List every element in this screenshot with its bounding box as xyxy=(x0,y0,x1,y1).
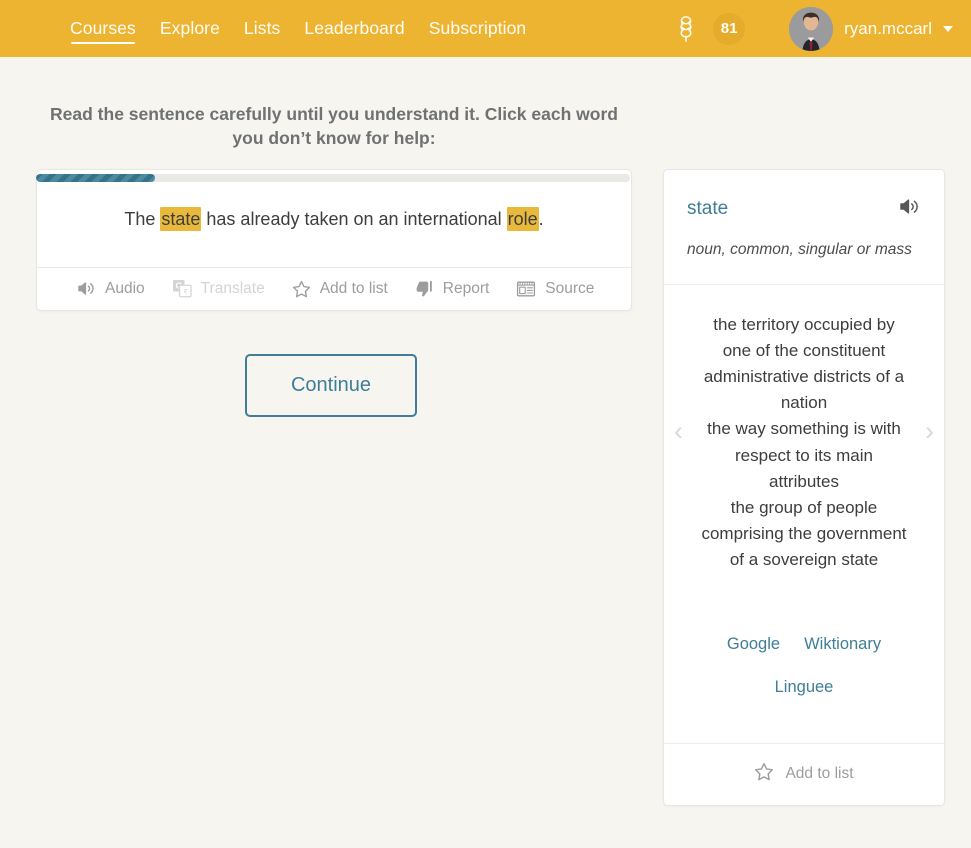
nav-item-leaderboard[interactable]: Leaderboard xyxy=(304,0,404,57)
nav-label: Explore xyxy=(159,18,220,38)
app-header: Courses Explore Lists Leaderboard Subscr… xyxy=(0,0,971,57)
avatar[interactable] xyxy=(789,6,834,51)
sentence-card: The state has already taken on an intern… xyxy=(36,169,632,312)
nav-item-subscription[interactable]: Subscription xyxy=(429,0,527,57)
nav-label: Lists xyxy=(243,18,281,38)
source-label: Source xyxy=(545,279,595,297)
definition-panel: state noun, common, singular or mass the… xyxy=(663,169,945,807)
google-translate-icon: G र xyxy=(172,279,192,298)
sentence-word: . xyxy=(538,209,544,230)
audio-button[interactable]: Audio xyxy=(77,280,145,298)
sentence-word-highlighted-role[interactable]: role xyxy=(506,207,539,232)
sentence-text: The state has already taken on an intern… xyxy=(37,170,631,267)
translate-label: Translate xyxy=(200,279,265,297)
nav-label: Leaderboard xyxy=(304,18,405,38)
header-right-cluster: 81 ryan.mccarl xyxy=(671,6,953,51)
chevron-left-icon[interactable]: ‹ xyxy=(674,418,683,445)
speaker-icon[interactable] xyxy=(899,197,921,221)
definition-entry: the group of people comprising the gover… xyxy=(701,497,907,570)
linguee-link[interactable]: Linguee xyxy=(775,678,834,696)
instructions-text: Read the sentence carefully until you un… xyxy=(50,104,618,148)
lesson-progress-fill xyxy=(36,174,155,182)
streak-count-badge[interactable]: 81 xyxy=(713,12,746,45)
audio-label: Audio xyxy=(105,279,145,297)
continue-button[interactable]: Continue xyxy=(244,354,418,418)
sentence-card-toolbar: Audio G र Translate Add to list Report S… xyxy=(37,267,631,310)
star-icon xyxy=(292,280,311,298)
content-columns: The state has already taken on an intern… xyxy=(0,169,971,807)
main-navigation: Courses Explore Lists Leaderboard Subscr… xyxy=(70,0,526,57)
definition-word[interactable]: state xyxy=(687,198,728,220)
speaker-icon xyxy=(77,280,96,297)
definition-body: the territory occupied by one of the con… xyxy=(664,283,944,594)
streak-count-value: 81 xyxy=(720,20,738,37)
translate-button[interactable]: G र Translate xyxy=(172,279,265,298)
nav-label: Courses xyxy=(70,18,136,38)
left-column: The state has already taken on an intern… xyxy=(36,169,632,418)
report-label: Report xyxy=(442,279,490,297)
sentence-word: has already taken on an international xyxy=(201,209,507,230)
star-icon xyxy=(754,762,774,786)
lesson-progress-bar xyxy=(36,174,630,182)
chevron-down-icon[interactable] xyxy=(943,25,953,32)
nav-item-explore[interactable]: Explore xyxy=(160,0,220,57)
google-link[interactable]: Google xyxy=(727,635,780,653)
thumbs-down-icon xyxy=(415,280,434,298)
definition-add-to-list-button[interactable]: Add to list xyxy=(664,743,944,805)
definition-header-row: state xyxy=(687,197,921,221)
wiktionary-link[interactable]: Wiktionary xyxy=(804,635,881,653)
definition-add-to-list-label: Add to list xyxy=(785,765,854,783)
nav-label: Subscription xyxy=(428,18,527,38)
source-button[interactable]: Source xyxy=(516,280,594,298)
nav-item-courses[interactable]: Courses xyxy=(70,0,136,57)
nav-item-lists[interactable]: Lists xyxy=(244,0,280,57)
username-label[interactable]: ryan.mccarl xyxy=(844,19,932,39)
page-body: Read the sentence carefully until you un… xyxy=(0,103,971,807)
right-column: state noun, common, singular or mass the… xyxy=(663,169,945,807)
hop-cone-icon[interactable] xyxy=(671,14,701,44)
continue-button-wrapper: Continue xyxy=(36,354,632,418)
definition-external-links: Google Wiktionary Linguee xyxy=(664,593,944,743)
add-to-list-button[interactable]: Add to list xyxy=(292,280,388,298)
newspaper-icon xyxy=(516,280,536,298)
report-button[interactable]: Report xyxy=(415,279,490,298)
definition-part-of-speech: noun, common, singular or mass xyxy=(687,241,912,259)
chevron-right-icon[interactable]: › xyxy=(925,418,934,445)
add-to-list-label: Add to list xyxy=(319,279,388,297)
definition-entry: the territory occupied by one of the con… xyxy=(703,314,905,413)
definition-header: state noun, common, singular or mass xyxy=(664,170,944,283)
sentence-word: The xyxy=(124,209,161,230)
definition-entry: the way something is with respect to its… xyxy=(707,419,901,491)
sentence-word-highlighted-state[interactable]: state xyxy=(160,207,202,232)
